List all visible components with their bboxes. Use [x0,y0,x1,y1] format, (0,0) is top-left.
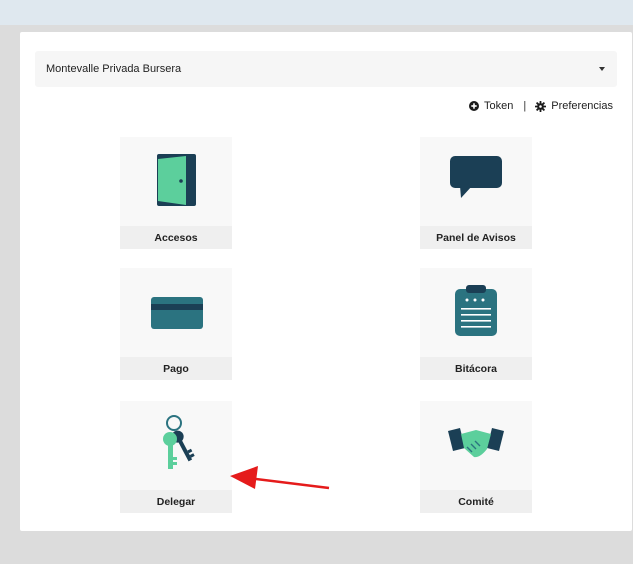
handshake-icon [448,428,504,458]
links-separator: | [523,100,527,112]
tile-delegar[interactable]: Delegar [120,401,232,513]
gear-icon [535,100,547,112]
credit-card-icon [151,297,203,329]
preferences-label: Preferencias [551,100,613,112]
tile-panel-de-avisos[interactable]: Panel de Avisos [420,137,532,249]
top-bar [0,0,633,25]
property-select-value: Montevalle Privada Bursera [46,63,182,75]
main-panel: Montevalle Privada Bursera Token | Prefe… [20,32,632,531]
tile-label: Bitácora [420,357,532,380]
tile-pago[interactable]: Pago [120,268,232,380]
header-links: Token | Preferencias [469,100,613,112]
door-icon [157,154,196,206]
caret-down-icon [599,67,605,71]
tile-label: Pago [120,357,232,380]
tile-label: Comité [420,490,532,513]
token-label: Token [484,100,514,112]
token-link[interactable]: Token [469,100,513,112]
tile-bitacora[interactable]: Bitácora [420,268,532,380]
tile-label: Accesos [120,226,232,249]
keys-icon [163,415,195,469]
property-select[interactable]: Montevalle Privada Bursera [35,51,617,87]
tile-label: Delegar [120,490,232,513]
tile-accesos[interactable]: Accesos [120,137,232,249]
plus-circle-icon [469,101,480,111]
clipboard-icon [455,285,497,336]
preferences-link[interactable]: Preferencias [535,100,613,112]
tile-label: Panel de Avisos [420,226,532,249]
tile-comite[interactable]: Comité [420,401,532,513]
speech-bubble-icon [450,156,502,198]
